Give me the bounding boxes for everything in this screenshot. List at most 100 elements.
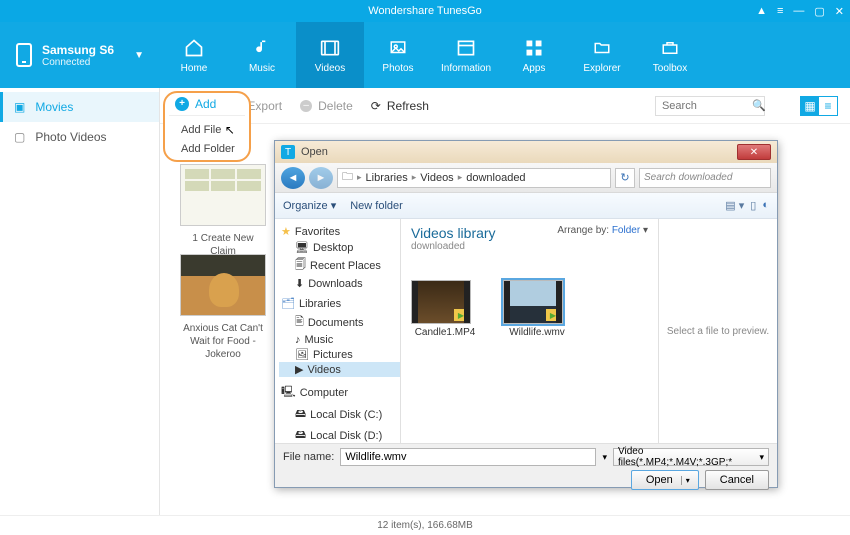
- titlebar: Wondershare TunesGo ▲ ≡ — ▢ ✕: [0, 0, 850, 22]
- forward-button[interactable]: ►: [309, 167, 333, 189]
- device-status: Connected: [42, 57, 114, 68]
- libraries-icon: 🗂: [281, 297, 295, 310]
- computer-icon: 🖳: [281, 383, 296, 402]
- chevron-down-icon: ▼: [134, 50, 144, 61]
- tree-downloads[interactable]: ⬇Downloads: [279, 276, 400, 291]
- video-thumbnail: [180, 164, 266, 226]
- close-icon[interactable]: ✕: [835, 5, 844, 18]
- tree-disk-d[interactable]: 🖴Local Disk (D:): [279, 425, 400, 443]
- music-icon: [249, 37, 275, 59]
- dialog-search[interactable]: Search downloaded: [639, 168, 771, 188]
- sidebar-item-movies[interactable]: ▣ Movies: [0, 92, 159, 122]
- dialog-refresh-button[interactable]: ↻: [615, 168, 635, 188]
- tree-favorites[interactable]: ★Favorites: [279, 223, 400, 240]
- status-text: 12 item(s), 166.68MB: [377, 520, 473, 531]
- tree-recent[interactable]: 🗐Recent Places: [279, 255, 400, 276]
- preview-pane: Select a file to preview.: [659, 219, 777, 443]
- apps-icon: [521, 37, 547, 59]
- tree-pictures[interactable]: 🖼Pictures: [279, 347, 400, 362]
- cancel-button[interactable]: Cancel: [705, 470, 769, 490]
- maximize-icon[interactable]: ▢: [814, 5, 824, 18]
- refresh-icon: ⟳: [371, 99, 381, 113]
- status-bar: 12 item(s), 166.68MB: [0, 515, 850, 535]
- nav-apps[interactable]: Apps: [500, 22, 568, 88]
- folder-icon: 🗀: [342, 168, 353, 187]
- search-box[interactable]: 🔍: [655, 96, 782, 116]
- disk-icon: 🖴: [295, 405, 306, 424]
- new-folder-button[interactable]: New folder: [350, 200, 403, 212]
- organize-button[interactable]: Organize ▾: [283, 199, 336, 212]
- chevron-right-icon: ▸: [355, 172, 364, 183]
- videos-icon: [317, 37, 343, 59]
- file-thumbnail: ▶: [503, 280, 563, 324]
- sidebar-item-photo-videos[interactable]: ▢ Photo Videos: [0, 122, 159, 152]
- menu-icon[interactable]: ≡: [777, 5, 783, 17]
- nav-toolbox[interactable]: Toolbox: [636, 22, 704, 88]
- search-input[interactable]: [655, 96, 765, 116]
- tree-disk-c[interactable]: 🖴Local Disk (C:): [279, 404, 400, 425]
- library-subtitle: downloaded: [411, 241, 648, 252]
- dialog-titlebar: T Open ✕: [275, 141, 777, 163]
- add-file-item[interactable]: Add File ↖: [169, 120, 245, 140]
- music-folder-icon: ♪: [295, 334, 301, 346]
- dialog-nav: ◄ ► 🗀 ▸ Libraries ▸ Videos ▸ downloaded …: [275, 163, 777, 193]
- video-item[interactable]: Anxious Cat Can't Wait for Food - Jokero…: [180, 254, 266, 361]
- preview-pane-icon[interactable]: ▯: [750, 199, 756, 212]
- nav-information[interactable]: Information: [432, 22, 500, 88]
- tree-music[interactable]: ♪Music: [279, 333, 400, 347]
- nav-explorer[interactable]: Explorer: [568, 22, 636, 88]
- filetype-select[interactable]: Video files(*.MP4;*.M4V;*.3GP;*▾: [613, 448, 769, 466]
- tree-computer[interactable]: 🖳Computer: [279, 381, 400, 404]
- video-caption: Anxious Cat Can't Wait for Food - Jokero…: [180, 322, 266, 361]
- breadcrumb[interactable]: 🗀 ▸ Libraries ▸ Videos ▸ downloaded: [337, 168, 611, 188]
- dialog-close-button[interactable]: ✕: [737, 144, 771, 160]
- nav-home[interactable]: Home: [160, 22, 228, 88]
- nav-photos[interactable]: Photos: [364, 22, 432, 88]
- chevron-right-icon: ▸: [456, 172, 465, 183]
- view-toggle[interactable]: ▦ ≡: [800, 96, 838, 116]
- refresh-button[interactable]: ⟳ Refresh: [371, 99, 429, 113]
- photos-icon: [385, 37, 411, 59]
- cursor-icon: ↖: [225, 123, 235, 137]
- view-icon[interactable]: ▤ ▾: [725, 199, 744, 212]
- delete-button[interactable]: – Delete: [300, 99, 353, 113]
- filename-input[interactable]: [340, 448, 596, 466]
- grid-view-icon[interactable]: ▦: [801, 97, 819, 115]
- tree-desktop[interactable]: 🖥Desktop: [279, 240, 400, 255]
- documents-icon: 🖹: [295, 313, 304, 332]
- file-list: Arrange by: Folder ▾ Videos library down…: [401, 219, 659, 443]
- file-thumbnail: ▶: [411, 280, 471, 324]
- delete-icon: –: [300, 100, 312, 112]
- nav-videos[interactable]: Videos: [296, 22, 364, 88]
- tree-libraries[interactable]: 🗂Libraries: [279, 295, 400, 312]
- toolbox-icon: [657, 37, 683, 59]
- information-icon: [453, 37, 479, 59]
- tree-documents[interactable]: 🖹Documents: [279, 312, 400, 333]
- minimize-icon[interactable]: —: [793, 5, 804, 17]
- tree-videos[interactable]: ▶Videos: [279, 362, 400, 377]
- camera-icon: ▢: [14, 130, 25, 144]
- help-icon[interactable]: ◐: [762, 199, 769, 212]
- home-icon: [181, 37, 207, 59]
- video-thumbnail: [180, 254, 266, 316]
- arrange-by[interactable]: Arrange by: Folder ▾: [557, 225, 648, 236]
- open-split-icon[interactable]: ▾: [681, 476, 694, 485]
- open-button[interactable]: Open ▾: [631, 470, 699, 490]
- video-item[interactable]: 1 Create New Claim: [180, 164, 266, 258]
- nav-music[interactable]: Music: [228, 22, 296, 88]
- search-icon: 🔍: [752, 100, 766, 112]
- file-name: Wildlife.wmv: [503, 327, 571, 338]
- device-name: Samsung S6: [42, 43, 114, 57]
- back-button[interactable]: ◄: [281, 167, 305, 189]
- file-item[interactable]: ▶ Wildlife.wmv: [503, 280, 571, 338]
- device-selector[interactable]: Samsung S6 Connected ▼: [0, 22, 160, 88]
- top-nav: Samsung S6 Connected ▼ Home Music Videos…: [0, 22, 850, 88]
- user-icon[interactable]: ▲: [756, 5, 767, 17]
- phone-icon: [16, 43, 32, 67]
- add-button-highlighted[interactable]: + Add: [169, 95, 245, 115]
- play-icon: ▶: [454, 309, 468, 321]
- downloads-icon: ⬇: [295, 277, 304, 290]
- add-folder-item[interactable]: Add Folder: [169, 140, 245, 158]
- list-view-icon[interactable]: ≡: [819, 97, 837, 115]
- file-item[interactable]: ▶ Candle1.MP4: [411, 280, 479, 338]
